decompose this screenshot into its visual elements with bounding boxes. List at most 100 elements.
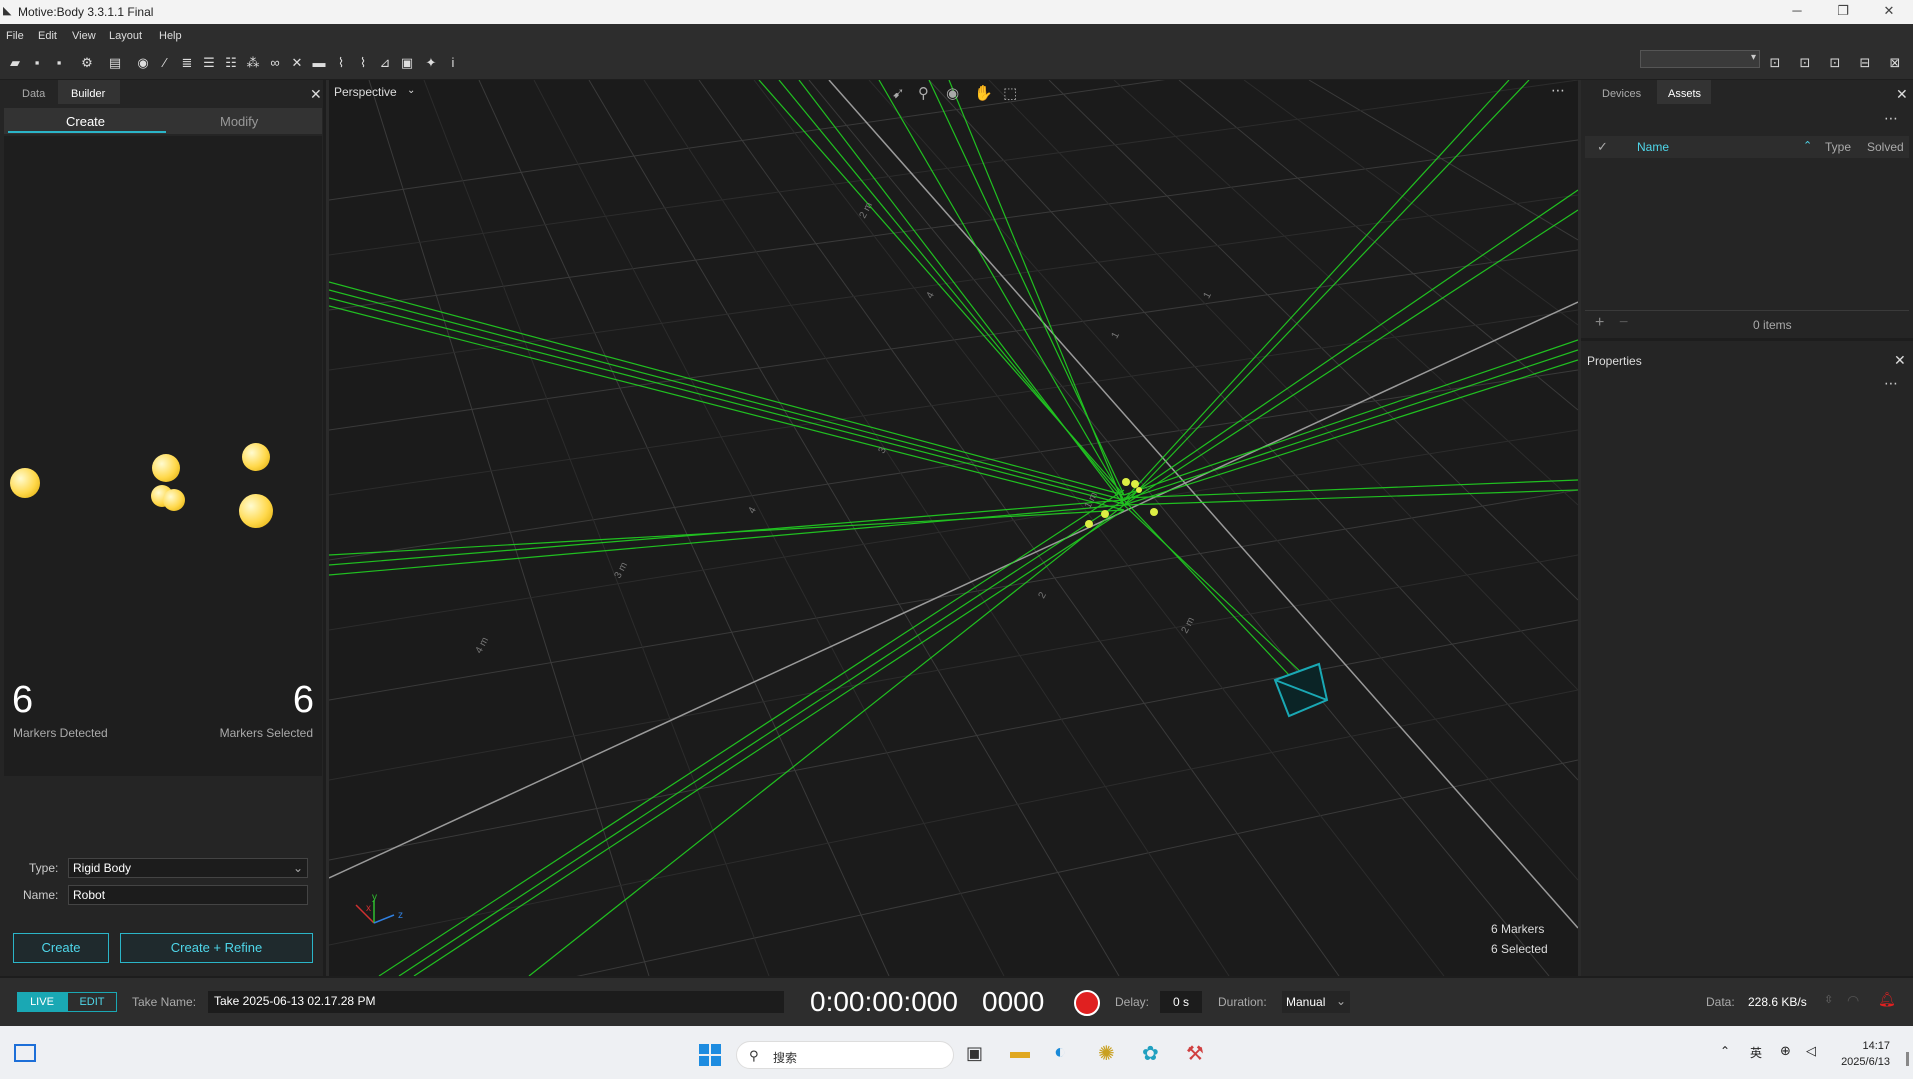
tab-data[interactable]: Data bbox=[22, 88, 45, 100]
pan-tool-icon[interactable]: ✋ bbox=[974, 84, 993, 102]
layout-icon-1[interactable]: ⊡ bbox=[1766, 54, 1784, 72]
chart-icon[interactable]: ⊿ bbox=[376, 54, 394, 72]
tray-chevron-icon[interactable]: ⌃ bbox=[1720, 1044, 1730, 1058]
app-icon-motive[interactable]: ✺ bbox=[1098, 1041, 1115, 1066]
start-icon[interactable] bbox=[699, 1044, 721, 1066]
info-icon[interactable]: i bbox=[444, 54, 462, 72]
view-mode-select[interactable]: Perspective bbox=[334, 85, 397, 99]
menu-edit[interactable]: Edit bbox=[38, 30, 57, 42]
save-icon[interactable]: ▪ bbox=[28, 54, 46, 72]
save-all-icon[interactable]: ▪ bbox=[50, 54, 68, 72]
splitter[interactable] bbox=[1581, 338, 1913, 341]
eye-tool-icon[interactable]: ◉ bbox=[946, 84, 959, 102]
column-solved[interactable]: Solved bbox=[1867, 140, 1904, 154]
search-icon: ⚲ bbox=[749, 1048, 759, 1063]
layout-select[interactable]: ▾ bbox=[1640, 50, 1760, 68]
list-icon[interactable]: ☷ bbox=[222, 54, 240, 72]
show-desktop-button[interactable] bbox=[1906, 1052, 1909, 1066]
skeleton-icon[interactable]: ⁂ bbox=[244, 54, 262, 72]
edit-mode-button[interactable]: EDIT bbox=[67, 992, 117, 1012]
more-icon[interactable]: ⋯ bbox=[1884, 110, 1898, 127]
layout-icon-3[interactable]: ⊡ bbox=[1826, 54, 1844, 72]
tab-create[interactable]: Create bbox=[66, 114, 105, 129]
menu-layout[interactable]: Layout bbox=[109, 30, 142, 42]
name-field[interactable]: Robot bbox=[68, 885, 308, 905]
panel-icon[interactable]: ▤ bbox=[106, 54, 124, 72]
tools-icon[interactable]: ✕ bbox=[288, 54, 306, 72]
info-panel-icon[interactable]: ▣ bbox=[398, 54, 416, 72]
marker-point bbox=[1122, 478, 1130, 486]
link-icon[interactable]: ∞ bbox=[266, 54, 284, 72]
more-icon[interactable]: ⋯ bbox=[1884, 375, 1898, 392]
headphone-icon[interactable]: ◠ bbox=[1847, 992, 1859, 1009]
take-name-field[interactable]: Take 2025-06-13 02.17.28 PM bbox=[208, 991, 784, 1013]
remove-asset-button[interactable]: − bbox=[1619, 314, 1628, 332]
open-icon[interactable]: ▰ bbox=[6, 54, 24, 72]
select-tool-icon[interactable]: ➹ bbox=[892, 84, 905, 102]
app-icon-tool[interactable]: ⚒ bbox=[1186, 1041, 1204, 1066]
perspective-viewport[interactable]: x y z Perspective ⌄ ➹ ⚲ ◉ ✋ ⬚ ⋯ 6 Marker… bbox=[329, 80, 1578, 976]
column-type[interactable]: Type bbox=[1825, 140, 1851, 154]
close-icon[interactable]: ✕ bbox=[310, 86, 322, 103]
volume-icon[interactable]: ◁ bbox=[1806, 1043, 1816, 1059]
column-name[interactable]: Name bbox=[1637, 140, 1669, 154]
tab-assets[interactable]: Assets bbox=[1668, 88, 1701, 100]
restore-button[interactable]: ❐ bbox=[1828, 3, 1858, 19]
more-icon[interactable]: ⋯ bbox=[1551, 82, 1565, 99]
clock-time[interactable]: 14:17 bbox=[1850, 1040, 1890, 1052]
control-bar: LIVE EDIT Take Name: Take 2025-06-13 02.… bbox=[0, 976, 1913, 1026]
database-icon[interactable]: ≣ bbox=[178, 54, 196, 72]
layout-icon-4[interactable]: ⊟ bbox=[1856, 54, 1874, 72]
record-button[interactable] bbox=[1074, 990, 1100, 1016]
box-select-icon[interactable]: ⬚ bbox=[1003, 84, 1017, 102]
layout-icon-5[interactable]: ⊠ bbox=[1886, 54, 1904, 72]
zoom-tool-icon[interactable]: ⚲ bbox=[918, 84, 929, 102]
minimize-button[interactable]: ─ bbox=[1782, 3, 1812, 18]
taskbar-search[interactable]: ⚲ 搜索 bbox=[736, 1041, 954, 1069]
ground-grid bbox=[329, 80, 1578, 976]
live-mode-button[interactable]: LIVE bbox=[17, 992, 67, 1012]
ime-indicator[interactable]: 英 bbox=[1750, 1044, 1762, 1061]
widgets-icon[interactable] bbox=[14, 1044, 36, 1062]
duration-select[interactable]: Manual ⌄ bbox=[1282, 991, 1350, 1013]
create-refine-button[interactable]: Create + Refine bbox=[120, 933, 313, 963]
network-icon[interactable]: ⊕ bbox=[1780, 1043, 1791, 1059]
menu-view[interactable]: View bbox=[72, 30, 96, 42]
wand-icon[interactable]: ⁄ bbox=[156, 54, 174, 72]
graph2-icon[interactable]: ⌇ bbox=[354, 54, 372, 72]
marker-dot bbox=[239, 494, 273, 528]
create-button[interactable]: Create bbox=[13, 933, 109, 963]
edge-icon[interactable]: ◐ bbox=[1054, 1041, 1066, 1064]
settings-icon[interactable]: ⚙ bbox=[78, 54, 96, 72]
stack-icon[interactable]: ☰ bbox=[200, 54, 218, 72]
camera-icon[interactable]: ◉ bbox=[134, 54, 152, 72]
device-icon[interactable]: ▬ bbox=[310, 54, 328, 72]
delay-field[interactable]: 0 s bbox=[1160, 991, 1202, 1013]
sort-icon[interactable]: ⇳ bbox=[1824, 993, 1833, 1006]
check-icon[interactable]: ✓ bbox=[1597, 139, 1608, 155]
close-icon[interactable]: ✕ bbox=[1894, 352, 1906, 369]
clock-date[interactable]: 2025/6/13 bbox=[1838, 1056, 1890, 1068]
data-label: Data: bbox=[1706, 995, 1735, 1009]
task-view-icon[interactable]: ▣ bbox=[966, 1043, 983, 1064]
toolbar: ▰ ▪ ▪ ⚙ ▤ ◉ ⁄ ≣ ☰ ☷ ⁂ ∞ ✕ ▬ ⌇ ⌇ ⊿ ▣ ✦ i … bbox=[0, 48, 1913, 80]
file-explorer-icon[interactable]: ▬ bbox=[1010, 1041, 1030, 1064]
tab-builder[interactable]: Builder bbox=[71, 88, 105, 100]
menu-help[interactable]: Help bbox=[159, 30, 182, 42]
star-icon[interactable]: ✦ bbox=[422, 54, 440, 72]
menu-file[interactable]: File bbox=[6, 30, 24, 42]
add-asset-button[interactable]: + bbox=[1595, 314, 1604, 332]
type-select[interactable]: Rigid Body ⌄ bbox=[68, 858, 308, 878]
app-icon-bird[interactable]: ✿ bbox=[1142, 1041, 1159, 1066]
axis-gizmo bbox=[355, 900, 395, 924]
tab-devices[interactable]: Devices bbox=[1602, 88, 1641, 100]
assets-header: ✓ Name ⌃ Type Solved bbox=[1585, 136, 1909, 158]
axis-z-label: z bbox=[398, 910, 403, 921]
tab-modify[interactable]: Modify bbox=[220, 114, 258, 129]
graph-icon[interactable]: ⌇ bbox=[332, 54, 350, 72]
close-icon[interactable]: ✕ bbox=[1896, 86, 1908, 103]
notification-icon[interactable]: 🔔︎ bbox=[1878, 991, 1896, 1008]
marker-point bbox=[1131, 480, 1139, 488]
close-window-button[interactable]: ✕ bbox=[1874, 3, 1904, 19]
layout-icon-2[interactable]: ⊡ bbox=[1796, 54, 1814, 72]
